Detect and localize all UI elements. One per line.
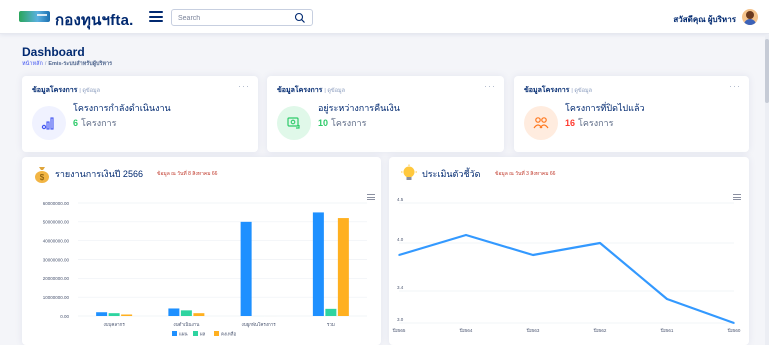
- data-point: [666, 298, 668, 300]
- y-tick-label: 4.0: [397, 237, 404, 242]
- line-chart: 3.0 3.4 4.0 4.5 ปี2565 ปี2564 ปี2563 ปี2562 ปี25…: [392, 197, 741, 333]
- bar: [96, 312, 108, 316]
- bar: [337, 218, 349, 316]
- y-tick-label: 20000000.00: [43, 276, 70, 281]
- more-options-icon[interactable]: ···: [484, 81, 496, 91]
- bar: [121, 314, 133, 316]
- brand-name[interactable]: กองทุนฯfta.: [55, 8, 133, 32]
- bar: [168, 308, 180, 316]
- search-icon[interactable]: [294, 12, 306, 24]
- data-point: [733, 322, 735, 324]
- x-tick-label: ปี2563: [526, 328, 540, 333]
- bar: [325, 308, 337, 316]
- legend-swatch: [214, 331, 219, 336]
- y-tick-label: 30000000.00: [43, 257, 70, 262]
- page-title: Dashboard: [22, 45, 85, 59]
- data-point: [532, 254, 534, 256]
- y-tick-label: 4.5: [397, 197, 404, 202]
- breadcrumb: หน้าหลัก / Emis-ระบบสำหรับผู้บริหาร: [22, 61, 113, 67]
- card-title: ข้อมูลโครงการ | ดูข้อมูล: [277, 87, 345, 94]
- people-icon: [524, 106, 558, 140]
- legend-label: แผน: [179, 332, 188, 337]
- x-tick-label: ปี2560: [727, 328, 741, 333]
- metric-label: อยู่ระหว่างการคืนเงิน: [318, 103, 400, 113]
- chart-bars-icon: [32, 106, 66, 140]
- more-options-icon[interactable]: ···: [729, 81, 741, 91]
- card-title: ข้อมูลโครงการ | ดูข้อมูล: [32, 87, 100, 94]
- finance-report-card: $ รายงานการเงินปี 2566 ข้อมูล ณ วันที่ 8…: [22, 157, 381, 345]
- legend-label: ผล: [200, 332, 206, 337]
- indicator-card: ประเมินตัวชี้วัด ข้อมูล ณ วันที่ 3 สิงหา…: [389, 157, 749, 345]
- x-tick-label: ปี2562: [593, 328, 607, 333]
- card-title: ข้อมูลโครงการ | ดูข้อมูล: [524, 87, 592, 94]
- breadcrumb-home[interactable]: หน้าหลัก: [22, 61, 43, 67]
- data-point: [465, 234, 467, 236]
- legend-swatch: [172, 331, 177, 336]
- top-navbar: กองทุนฯfta. สวัสดีคุณ ผู้บริหาร: [0, 0, 769, 34]
- logo-icon[interactable]: [19, 11, 50, 22]
- card-view-link[interactable]: | ดูข้อมูล: [79, 88, 100, 94]
- metric-label: โครงการกำลังดำเนินงาน: [73, 103, 171, 113]
- metric-value: 10 โครงการ: [318, 118, 367, 128]
- bar: [240, 221, 252, 316]
- card-view-link[interactable]: | ดูข้อมูล: [571, 88, 592, 94]
- search-input[interactable]: [178, 12, 288, 24]
- y-tick-label: 3.4: [397, 285, 404, 290]
- legend-label: คงเหลือ: [221, 331, 236, 337]
- more-options-icon[interactable]: ···: [238, 81, 250, 91]
- search-bar: [171, 9, 313, 26]
- money-return-icon: [277, 106, 311, 140]
- bar: [193, 313, 205, 316]
- x-tick-label: งบผูกพันโครงการ: [242, 321, 277, 328]
- data-point: [599, 242, 601, 244]
- bar-chart: 0.00 10000000.00 20000000.00 30000000.00 400…: [43, 201, 367, 337]
- y-tick-label: 0.00: [60, 314, 69, 319]
- y-tick-label: 10000000.00: [43, 295, 70, 300]
- user-avatar[interactable]: [742, 9, 758, 25]
- bar: [312, 212, 324, 316]
- x-tick-label: งบดำเนินงาน: [173, 321, 199, 327]
- info-card-closed: ข้อมูลโครงการ | ดูข้อมูล ··· โครงการที่ป…: [514, 76, 749, 152]
- bar: [180, 310, 192, 316]
- y-tick-label: 40000000.00: [43, 238, 70, 243]
- breadcrumb-current: Emis-ระบบสำหรับผู้บริหาร: [48, 61, 113, 67]
- page-scrollbar[interactable]: [765, 35, 769, 345]
- metric-value: 16 โครงการ: [565, 118, 614, 128]
- y-tick-label: 50000000.00: [43, 220, 70, 225]
- legend-swatch: [193, 331, 198, 336]
- metric-value: 6 โครงการ: [73, 118, 117, 128]
- line-series: [398, 233, 735, 325]
- bar: [108, 313, 120, 316]
- x-tick-label: รวม: [327, 322, 335, 327]
- x-tick-label: งบบุคลากร: [103, 322, 125, 328]
- x-tick-label: ปี2565: [392, 328, 406, 333]
- info-card-refunding: ข้อมูลโครงการ | ดูข้อมูล ··· อยู่ระหว่าง…: [267, 76, 504, 152]
- card-view-link[interactable]: | ดูข้อมูล: [324, 88, 345, 94]
- menu-toggle-icon[interactable]: [149, 11, 163, 22]
- user-greeting[interactable]: สวัสดีคุณ ผู้บริหาร: [673, 13, 736, 26]
- metric-label: โครงการที่ปิดไปแล้ว: [565, 103, 645, 113]
- info-card-in-progress: ข้อมูลโครงการ | ดูข้อมูล ··· โครงการกำลั…: [22, 76, 258, 152]
- x-tick-label: ปี2561: [660, 328, 674, 333]
- y-tick-label: 60000000.00: [43, 201, 70, 206]
- data-point: [398, 254, 400, 256]
- x-tick-label: ปี2564: [459, 328, 473, 333]
- y-tick-label: 3.0: [397, 317, 404, 322]
